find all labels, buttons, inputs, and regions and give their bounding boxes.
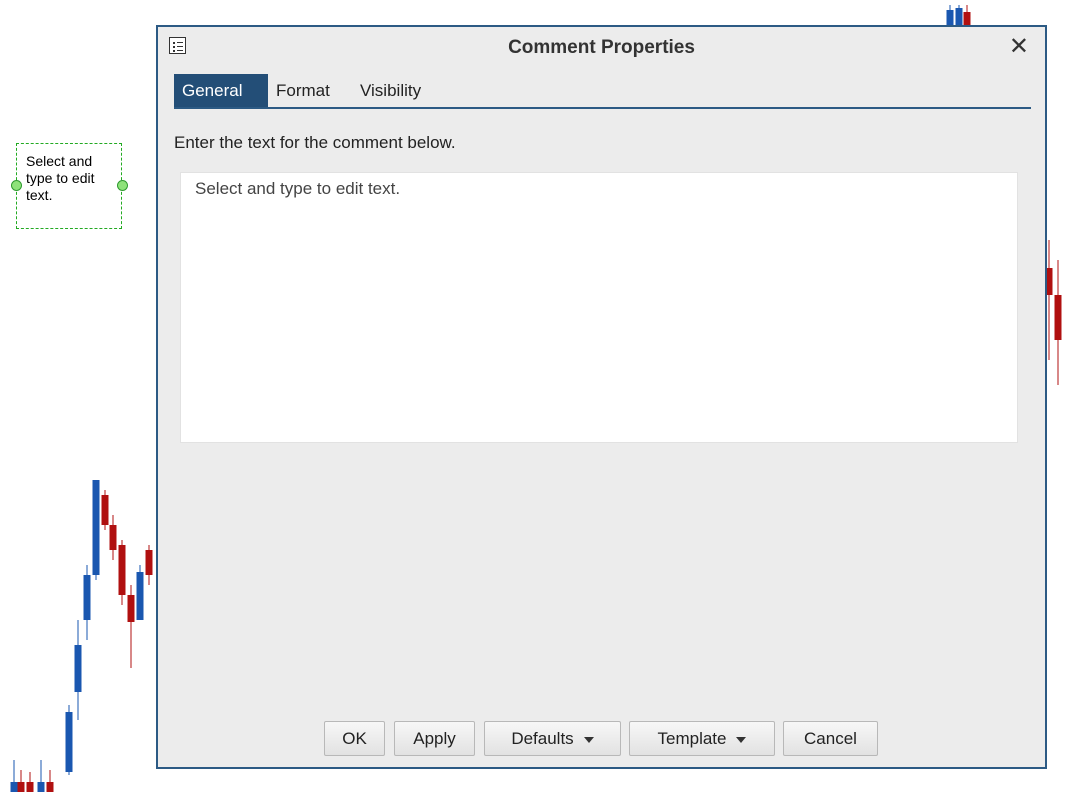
candle-body — [1054, 295, 1062, 340]
candle-body — [963, 12, 971, 25]
tab-divider — [174, 107, 1031, 109]
chevron-down-icon — [583, 736, 594, 743]
candle-body — [955, 8, 963, 25]
ok-label: OK — [342, 729, 367, 748]
chart-comment[interactable]: Select and type to edit text. — [11, 143, 128, 229]
apply-label: Apply — [413, 729, 456, 748]
candle-body — [946, 10, 954, 25]
instruction-text: Enter the text for the comment below. — [174, 133, 456, 152]
comment-text-input[interactable] — [180, 172, 1018, 443]
candle-body — [17, 782, 25, 792]
candle-body — [37, 782, 45, 792]
tab-format[interactable]: Format — [268, 74, 352, 107]
close-icon[interactable]: ✕ — [1009, 33, 1029, 61]
template-label: Template — [657, 729, 727, 748]
defaults-button[interactable]: Defaults — [484, 721, 621, 756]
tab-visibility[interactable]: Visibility — [352, 74, 446, 107]
chart-comment-text[interactable]: Select and type to edit text. — [26, 153, 118, 204]
ok-button[interactable]: OK — [324, 721, 385, 756]
comment-right-handle[interactable] — [117, 180, 128, 191]
template-button[interactable]: Template — [629, 721, 775, 756]
comment-left-handle[interactable] — [11, 180, 22, 191]
candle-body — [145, 550, 153, 575]
apply-button[interactable]: Apply — [394, 721, 475, 756]
candle-body — [101, 495, 109, 525]
candle-body — [127, 595, 135, 622]
dialog-titlebar[interactable]: Comment Properties ✕ — [158, 27, 1045, 69]
chevron-down-icon — [736, 736, 747, 743]
cancel-label: Cancel — [804, 729, 857, 748]
candle-body — [74, 645, 82, 692]
candle-body — [46, 782, 54, 792]
defaults-label: Defaults — [511, 729, 574, 748]
candle-body — [65, 712, 73, 772]
candle-body — [26, 782, 34, 792]
candle-body — [10, 782, 18, 792]
candle-body — [92, 480, 100, 575]
tab-general[interactable]: General — [174, 74, 268, 107]
candle-body — [109, 525, 117, 550]
dialog-title: Comment Properties — [508, 37, 695, 58]
candle-body — [118, 545, 126, 595]
candle-body — [83, 575, 91, 620]
comment-properties-dialog: Comment Properties ✕ General Format Visi… — [156, 25, 1047, 769]
cancel-button[interactable]: Cancel — [783, 721, 878, 756]
candle-body — [136, 572, 144, 620]
